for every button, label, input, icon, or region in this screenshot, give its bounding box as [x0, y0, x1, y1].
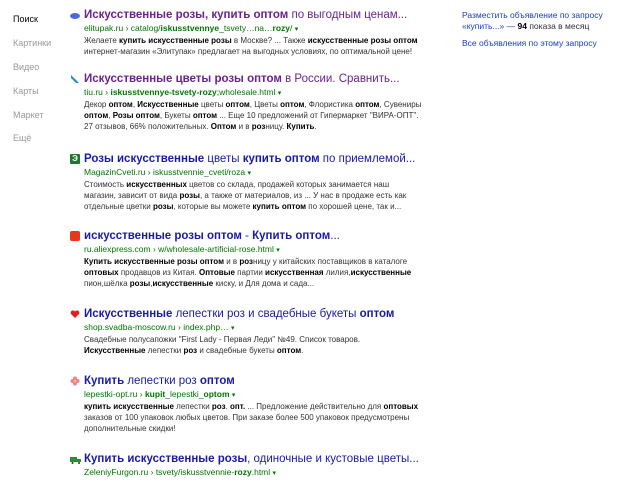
- result-snippet: купить искусственные лепестки роз. опт. …: [84, 402, 419, 433]
- heart-favicon-icon: [70, 310, 80, 318]
- url-menu-arrow-icon[interactable]: ▾: [295, 26, 299, 33]
- url-menu-arrow-icon[interactable]: ▾: [278, 90, 282, 97]
- url-menu-arrow-icon[interactable]: ▾: [232, 392, 236, 399]
- result-url[interactable]: ZeleniyFurgon.ru › tsvety/iskusstvennie-…: [84, 467, 276, 479]
- url-menu-arrow-icon[interactable]: ▾: [276, 247, 280, 254]
- all-ads-link[interactable]: Все объявления по этому запросу: [462, 38, 632, 49]
- url-menu-arrow-icon[interactable]: ▾: [247, 170, 251, 177]
- search-result: искусственные розы оптом - Купить оптом.…: [70, 229, 450, 299]
- nav-item-search[interactable]: Поиск: [13, 14, 38, 24]
- search-result: Искусственные розы, купить оптом по выго…: [70, 8, 450, 63]
- result-title-link[interactable]: Купить искусственные розы, одиночные и к…: [84, 452, 419, 466]
- flower-favicon-icon: [70, 376, 80, 386]
- result-url[interactable]: elitupak.ru › catalog/iskusstvennye_tsve…: [84, 23, 298, 35]
- aliexpress-favicon-icon: [70, 231, 80, 241]
- nav-item-maps[interactable]: Карты: [13, 86, 39, 96]
- search-result: Искусственные цветы розы оптом в России.…: [70, 72, 450, 142]
- result-url[interactable]: MagazinCveti.ru › iskusstvennie_cveti/ro…: [84, 167, 251, 179]
- result-url[interactable]: tiu.ru › iskusstvennye-tsvety-rozy;whole…: [84, 87, 281, 99]
- result-title-link[interactable]: Купить лепестки роз оптом: [84, 374, 235, 388]
- result-snippet: Декор оптом, Искусственные цветы оптом, …: [84, 100, 422, 131]
- result-title-link[interactable]: Искусственные лепестки роз и свадебные б…: [84, 307, 394, 321]
- search-result: Э Розы искусственные цветы купить оптом …: [70, 152, 450, 222]
- site-favicon-icon: [70, 13, 80, 19]
- result-snippet: Купить искусственные розы оптом и в розн…: [84, 257, 412, 288]
- result-snippet: Стоимость искусственных цветов со склада…: [84, 180, 407, 211]
- truck-favicon-icon: [70, 457, 81, 464]
- result-title-link[interactable]: Искусственные цветы розы оптом в России.…: [84, 72, 400, 86]
- magazin-favicon-icon: Э: [70, 154, 80, 164]
- nav-item-more[interactable]: Ещё: [13, 133, 31, 143]
- nav-item-market[interactable]: Маркет: [13, 110, 43, 120]
- place-ad-link[interactable]: Разместить объявление по запросу «купить…: [462, 10, 632, 32]
- result-title-link[interactable]: Искусственные розы, купить оптом по выго…: [84, 8, 407, 22]
- url-menu-arrow-icon[interactable]: ▾: [273, 470, 277, 477]
- result-url[interactable]: ru.aliexpress.com › w/wholesale-artifici…: [84, 244, 280, 256]
- search-result: Искусственные лепестки роз и свадебные б…: [70, 307, 450, 362]
- result-title-link[interactable]: Розы искусственные цветы купить оптом по…: [84, 152, 415, 166]
- nav-item-images[interactable]: Картинки: [13, 38, 51, 48]
- search-result: Купить лепестки роз оптом lepestki-opt.r…: [70, 374, 450, 444]
- nav-item-video[interactable]: Видео: [13, 62, 39, 72]
- result-url[interactable]: shop.svadba-moscow.ru › index.php… ▾: [84, 322, 234, 334]
- result-url[interactable]: lepestki-opt.ru › kupit_lepestki_optom ▾: [84, 389, 235, 401]
- url-menu-arrow-icon[interactable]: ▾: [231, 325, 235, 332]
- pen-favicon-icon: [71, 75, 79, 83]
- result-snippet: Желаете купить искусственные розы в Моск…: [84, 36, 418, 56]
- result-snippet: Свадебные полусапожки "First Lady - Перв…: [84, 335, 361, 355]
- search-result: Купить искусственные розы, одиночные и к…: [70, 452, 450, 480]
- result-title-link[interactable]: искусственные розы оптом - Купить оптом.…: [84, 229, 340, 243]
